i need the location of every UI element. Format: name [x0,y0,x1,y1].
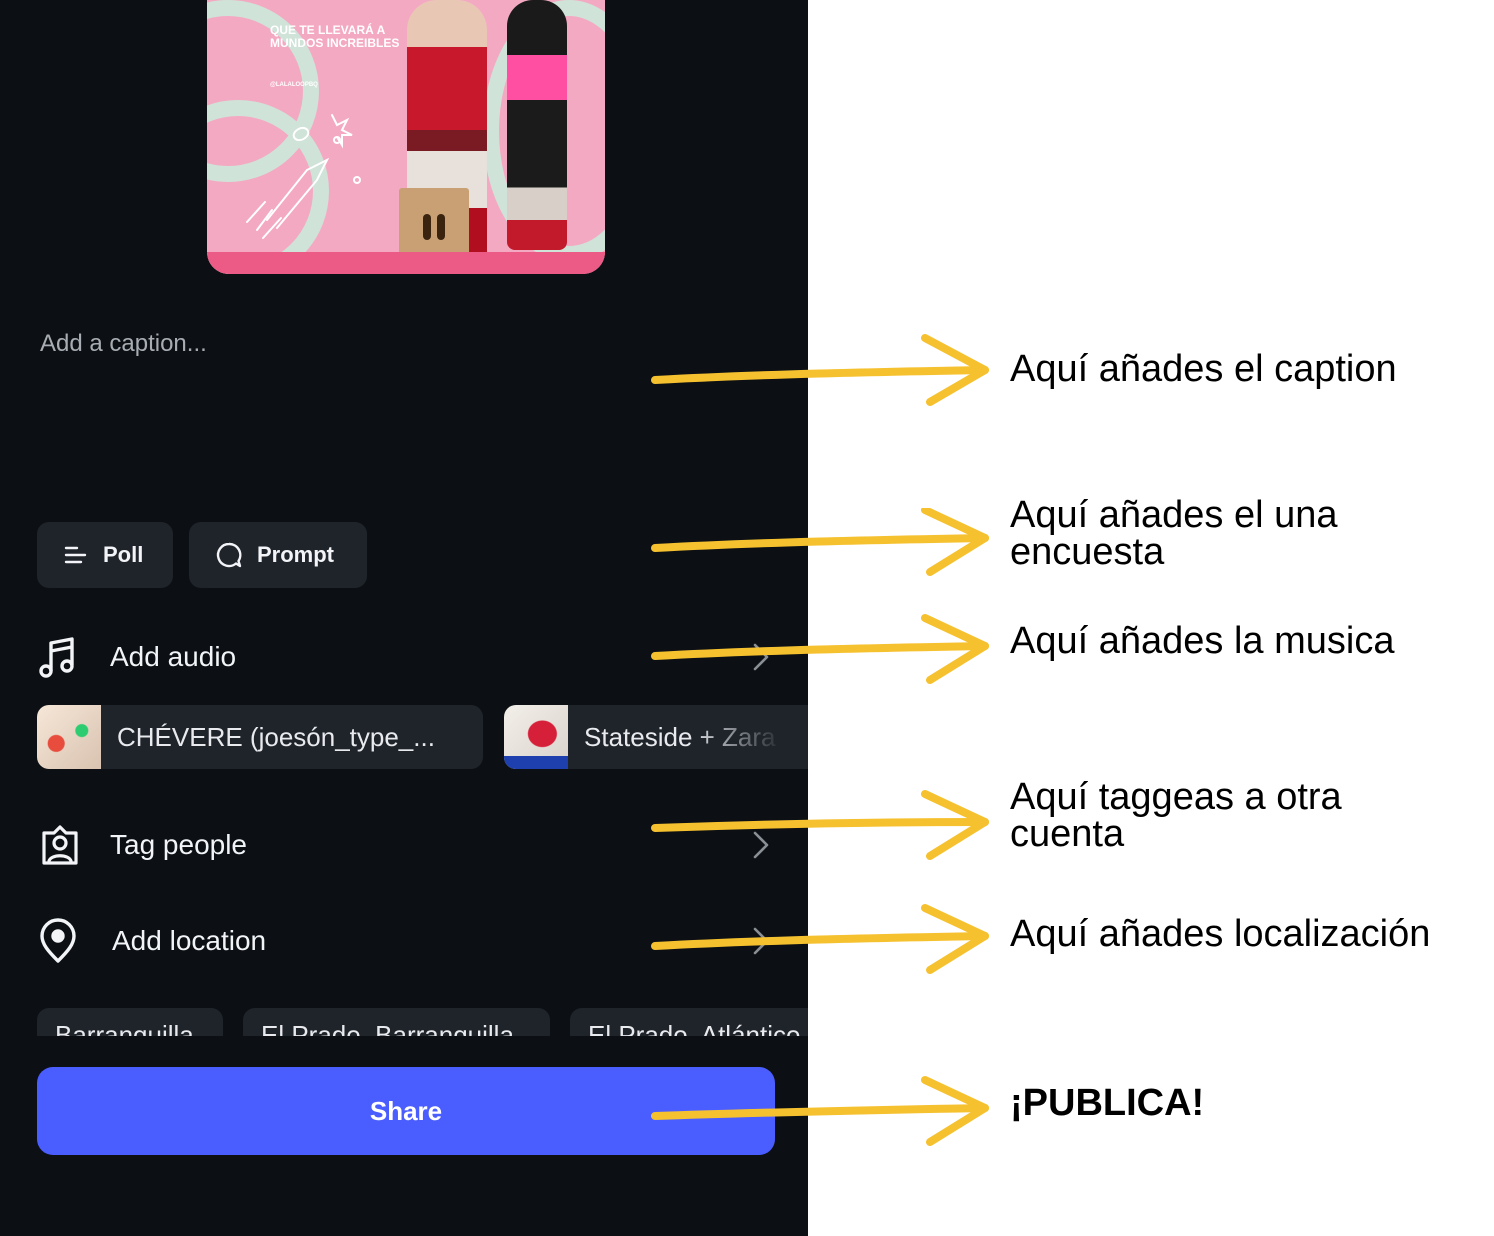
location-pin-icon [40,918,76,963]
add-location-label: Add location [112,925,267,956]
prompt-icon [216,542,242,568]
audio-title: CHÉVERE (joesón_type_... [117,721,435,752]
annotation-audio: Aquí añades la musica [1010,620,1395,662]
caption-input[interactable]: Add a caption... [40,330,207,358]
prompt-label: Prompt [257,542,334,567]
annotation-arrow-icon [651,1076,989,1146]
audio-suggestion-chip[interactable]: CHÉVERE (joesón_type_... [37,705,483,769]
music-note-icon [39,637,74,678]
annotation-tag-line2: cuenta [1010,813,1125,855]
annotation-publish: ¡PUBLICA! [1010,1082,1205,1124]
tag-people-label: Tag people [110,829,248,860]
preview-handle: @LALALOOPBQ [270,82,318,88]
preview-headline: QUE TE LLEVARÁ A MUNDOS INCREIBLES [270,23,400,50]
audio-cover-thumbnail [504,705,568,769]
prompt-button[interactable]: Prompt [189,522,367,588]
poll-button[interactable]: Poll [37,522,173,588]
annotation-arrow-icon [651,334,989,406]
annotation-arrow-icon [651,614,989,684]
rocket-doodle-icon [246,114,361,239]
annotation-poll-line2: encuesta [1010,531,1165,573]
annotation-location: Aquí añades localización [1010,913,1431,955]
audio-cover-thumbnail [37,705,101,769]
annotation-arrow-icon [651,790,989,860]
annotation-arrow-icon [651,904,989,974]
add-audio-label: Add audio [110,641,237,672]
poll-label: Poll [103,542,144,567]
poll-icon [64,546,87,564]
annotation-caption: Aquí añades el caption [1010,348,1397,390]
annotation-poll-line1: Aquí añades el una [1010,494,1338,536]
annotation-tag-line1: Aquí taggeas a otra [1010,776,1342,818]
preview-girl-right [507,0,567,250]
annotation-arrow-icon [651,508,989,576]
tag-person-icon [42,825,78,865]
share-label: Share [369,1095,443,1126]
post-preview-image: QUE TE LLEVARÁ A MUNDOS INCREIBLES @LALA… [207,0,605,274]
audio-suggestion-chip[interactable]: Stateside + Zara [504,705,808,769]
